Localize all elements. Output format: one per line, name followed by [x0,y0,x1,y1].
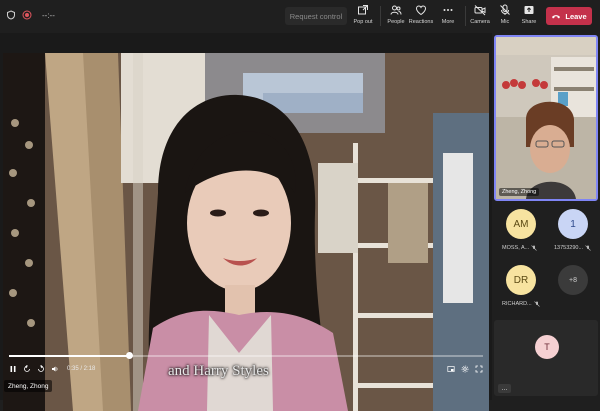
camera-off-icon [474,5,486,16]
video-controls-left: 0:35 / 2:18 [9,365,95,373]
camera-label: Camera [470,19,490,25]
self-video-tile[interactable]: Zheng, Zhong [494,35,598,201]
participant-name: MOSS, A... [502,245,537,251]
participant-tile[interactable]: AM MOSS, A... [494,207,544,261]
participant-tile-bottom[interactable]: T ... [494,320,598,396]
video-controls: 0:35 / 2:18 [3,352,489,411]
participant-tile[interactable]: DR RICHARD... [494,263,544,317]
pop-out-icon [358,5,368,15]
avatar: DR [506,265,536,295]
pause-icon[interactable] [9,365,17,373]
mic-muted-icon [531,245,537,251]
people-label: People [387,19,405,25]
main-stage: and Harry Styles 0:35 / 2:18 Zheng, Zhon… [0,33,492,411]
meeting-toolbar: --:-- Request control Pop out People Rea… [0,0,600,33]
more-dots-icon [443,9,453,11]
participant-name-text: MOSS, A... [502,245,530,251]
video-progress-knob[interactable] [126,352,134,359]
mic-label: Mic [500,19,510,25]
reactions-button[interactable]: Reactions [406,4,436,30]
participant-name-text: RICHARD... [502,301,532,307]
more-options-button[interactable]: ... [498,384,511,393]
pop-out-label: Pop out [353,19,373,25]
meeting-status: --:-- [6,10,55,20]
participant-tile[interactable]: 1 13753290... [546,207,596,261]
leave-label: Leave [565,11,587,21]
participant-name-text: 13753290... [554,245,584,251]
more-label: More [441,19,455,25]
self-name-tag: Zheng, Zhong [499,188,540,196]
share-icon [524,6,534,14]
share-label: Share [521,19,537,25]
more-participants-tile[interactable]: +8 [546,263,596,317]
reactions-label: Reactions [408,19,434,25]
participant-name: 13753290... [554,245,591,251]
video-progress-fill [9,355,130,357]
phone-hangup-icon [552,15,561,19]
fullscreen-icon[interactable] [475,365,483,373]
share-button[interactable]: Share [514,4,544,30]
video-timecode: 0:35 / 2:18 [67,366,96,372]
leave-button[interactable]: Leave [546,7,592,25]
presenter-name-tag: Zheng, Zhong [4,380,53,392]
participants-panel: Zheng, Zhong AM MOSS, A... 1 13753290...… [492,33,600,400]
recording-icon [22,10,32,20]
rewind-icon[interactable] [23,365,31,373]
mic-muted-icon [533,301,540,307]
more-button[interactable]: More [433,4,463,30]
mic-muted-icon [585,245,591,251]
avatar: 1 [558,209,588,239]
forward-icon[interactable] [37,365,45,373]
volume-icon[interactable] [51,365,59,373]
participant-name: RICHARD... [502,301,540,307]
reactions-icon [415,5,427,16]
video-controls-right [447,365,483,373]
request-control-button[interactable]: Request control [285,7,347,25]
avatar: AM [506,209,536,239]
picture-in-picture-icon[interactable] [447,365,455,373]
mic-off-icon [500,4,510,15]
settings-gear-icon[interactable] [461,365,469,373]
shared-video[interactable]: and Harry Styles 0:35 / 2:18 [3,53,489,411]
shield-icon [7,10,15,20]
avatar: T [535,335,559,359]
people-icon [390,5,402,15]
meeting-timer: --:-- [42,10,55,20]
pop-out-button[interactable]: Pop out [348,4,378,30]
more-participants-count: +8 [558,265,588,295]
self-video-image [496,37,596,199]
video-progress-bar[interactable] [9,352,483,359]
